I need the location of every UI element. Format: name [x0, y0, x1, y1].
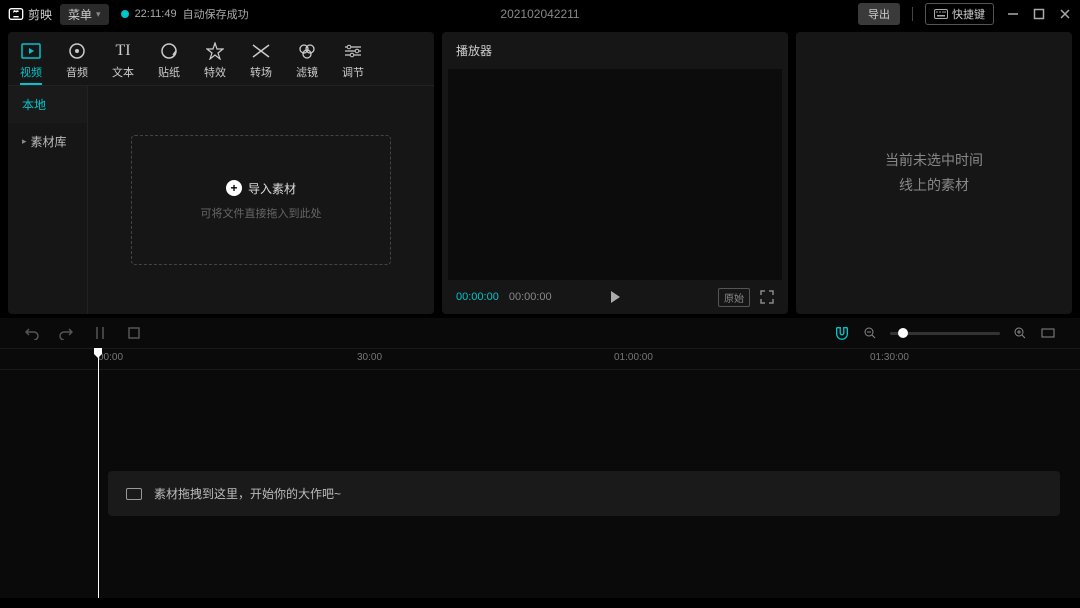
- player-panel: 播放器 00:00:00 00:00:00 原始: [442, 32, 788, 314]
- play-button[interactable]: [608, 290, 622, 304]
- zoom-out-button[interactable]: [862, 325, 878, 341]
- app-name: 剪映: [28, 6, 52, 23]
- player-current-time: 00:00:00: [456, 291, 499, 303]
- adjust-icon: [343, 41, 363, 61]
- tab-fx[interactable]: 特效: [204, 38, 226, 83]
- delete-button[interactable]: [126, 325, 142, 341]
- sidebar-local[interactable]: 本地: [8, 86, 87, 123]
- timeline-tracks[interactable]: 素材拖拽到这里，开始你的大作吧~: [0, 370, 1080, 598]
- ruler-mark-1: 30:00: [357, 352, 382, 363]
- tab-fx-label: 特效: [204, 64, 226, 80]
- keyboard-icon: [934, 9, 948, 19]
- zoom-slider[interactable]: [890, 332, 1000, 335]
- status-dot-icon: [121, 10, 129, 18]
- zoom-in-button[interactable]: [1012, 325, 1028, 341]
- tab-text[interactable]: TI 文本: [112, 38, 134, 83]
- import-hint: 可将文件直接拖入到此处: [201, 205, 322, 221]
- tab-text-label: 文本: [112, 64, 134, 80]
- app-logo: 剪映: [8, 6, 52, 23]
- tab-transition[interactable]: 转场: [250, 38, 272, 83]
- player-total-time: 00:00:00: [509, 291, 552, 303]
- import-button[interactable]: + 导入素材: [226, 180, 296, 197]
- media-panel: 视频 音频 TI 文本 贴纸 特效 转场: [8, 32, 434, 314]
- film-icon: [126, 488, 142, 500]
- track-hint-text: 素材拖拽到这里，开始你的大作吧~: [154, 485, 341, 502]
- sidebar-library[interactable]: ▸ 素材库: [8, 123, 87, 160]
- close-button[interactable]: [1058, 7, 1072, 21]
- autosave-time: 22:11:49: [135, 8, 177, 20]
- aspect-ratio-button[interactable]: 原始: [718, 288, 750, 307]
- shortcut-label: 快捷键: [952, 6, 985, 22]
- player-viewport[interactable]: [448, 69, 782, 280]
- sticker-icon: [159, 41, 179, 61]
- fx-icon: [205, 41, 225, 61]
- player-title: 播放器: [442, 32, 788, 69]
- inspector-empty-line2: 线上的素材: [885, 173, 983, 198]
- autosave-status: 22:11:49 自动保存成功: [121, 6, 249, 22]
- project-title: 202102042211: [500, 7, 579, 21]
- timeline-ruler[interactable]: 00:00 30:00 01:00:00 01:30:00: [0, 348, 1080, 370]
- autosave-text: 自动保存成功: [183, 6, 249, 22]
- tab-filter-label: 滤镜: [296, 64, 318, 80]
- text-icon: TI: [113, 41, 133, 61]
- chevron-right-icon: ▸: [22, 136, 27, 147]
- inspector-empty-message: 当前未选中时间 线上的素材: [885, 148, 983, 198]
- redo-button[interactable]: [58, 325, 74, 341]
- tab-audio[interactable]: 音频: [66, 38, 88, 83]
- tab-transition-label: 转场: [250, 64, 272, 80]
- tab-video[interactable]: 视频: [20, 38, 42, 85]
- plus-icon: +: [226, 180, 242, 196]
- fullscreen-button[interactable]: [760, 290, 774, 304]
- audio-icon: [67, 41, 87, 61]
- zoom-fit-button[interactable]: [1040, 325, 1056, 341]
- timeline-panel: 00:00 30:00 01:00:00 01:30:00 素材拖拽到这里，开始…: [0, 318, 1080, 598]
- undo-button[interactable]: [24, 325, 40, 341]
- minimize-button[interactable]: [1006, 7, 1020, 21]
- transition-icon: [251, 41, 271, 61]
- ruler-mark-2: 01:00:00: [614, 352, 653, 363]
- export-button[interactable]: 导出: [858, 3, 900, 25]
- divider: [912, 7, 913, 21]
- inspector-empty-line1: 当前未选中时间: [885, 148, 983, 173]
- playhead[interactable]: [98, 348, 99, 598]
- tab-filter[interactable]: 滤镜: [296, 38, 318, 83]
- tab-adjust[interactable]: 调节: [342, 38, 364, 83]
- ruler-mark-3: 01:30:00: [870, 352, 909, 363]
- maximize-button[interactable]: [1032, 7, 1046, 21]
- import-dropzone[interactable]: + 导入素材 可将文件直接拖入到此处: [131, 135, 391, 265]
- tab-audio-label: 音频: [66, 64, 88, 80]
- tab-video-label: 视频: [20, 64, 42, 80]
- sidebar-library-label: 素材库: [31, 133, 67, 150]
- video-icon: [21, 41, 41, 61]
- zoom-thumb[interactable]: [898, 328, 908, 338]
- tab-adjust-label: 调节: [342, 64, 364, 80]
- split-button[interactable]: [92, 325, 108, 341]
- chevron-down-icon: ▾: [96, 9, 101, 20]
- tab-sticker-label: 贴纸: [158, 64, 180, 80]
- filter-icon: [297, 41, 317, 61]
- menu-button[interactable]: 菜单 ▾: [60, 4, 109, 25]
- inspector-panel: 当前未选中时间 线上的素材: [796, 32, 1072, 314]
- magnet-button[interactable]: [834, 325, 850, 341]
- import-button-label: 导入素材: [248, 180, 296, 197]
- tab-sticker[interactable]: 贴纸: [158, 38, 180, 83]
- track-drop-hint[interactable]: 素材拖拽到这里，开始你的大作吧~: [108, 471, 1060, 516]
- shortcut-button[interactable]: 快捷键: [925, 3, 994, 25]
- menu-label: 菜单: [68, 6, 92, 23]
